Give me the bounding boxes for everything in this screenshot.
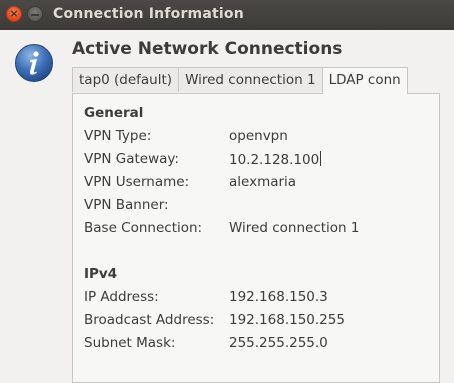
vpn-type-value: openvpn [229,128,288,144]
subnet-mask-value: 255.255.255.0 [229,335,328,351]
vpn-gateway-value: 10.2.128.100 [229,152,320,168]
connection-tabs: tap0 (default) Wired connection 1 LDAP c… [72,67,408,94]
window-title: Connection Information [53,6,244,22]
broadcast-address-label: Broadcast Address: [84,312,215,328]
base-connection-value: Wired connection 1 [229,220,360,236]
vpn-username-label: VPN Username: [84,174,190,190]
close-icon: × [9,7,19,20]
vpn-type-label: VPN Type: [84,128,152,144]
section-ipv4-title: IPv4 [84,266,118,282]
ip-address-value: 192.168.150.3 [229,289,328,305]
vpn-gateway-field[interactable]: 10.2.128.100 [229,151,322,168]
vpn-banner-label: VPN Banner: [84,197,169,213]
minimize-icon [31,13,39,16]
tab-wired-connection[interactable]: Wired connection 1 [178,67,323,92]
vpn-username-value: alexmaria [229,174,297,190]
tab-tap0[interactable]: tap0 (default) [72,67,180,92]
vpn-gateway-label: VPN Gateway: [84,151,179,167]
ip-address-label: IP Address: [84,289,159,305]
page-title: Active Network Connections [72,39,343,59]
base-connection-label: Base Connection: [84,220,203,236]
text-cursor [320,151,322,166]
subnet-mask-label: Subnet Mask: [84,335,176,351]
info-icon [15,44,53,82]
close-button[interactable]: × [6,6,22,22]
connection-details-panel: General VPN Type: openvpn VPN Gateway: 1… [72,93,440,383]
broadcast-address-value: 192.168.150.255 [229,312,345,328]
minimize-button[interactable] [27,6,43,22]
title-bar: × Connection Information [0,0,454,30]
tab-ldap-conn[interactable]: LDAP conn [321,67,408,94]
section-general-title: General [84,105,144,121]
